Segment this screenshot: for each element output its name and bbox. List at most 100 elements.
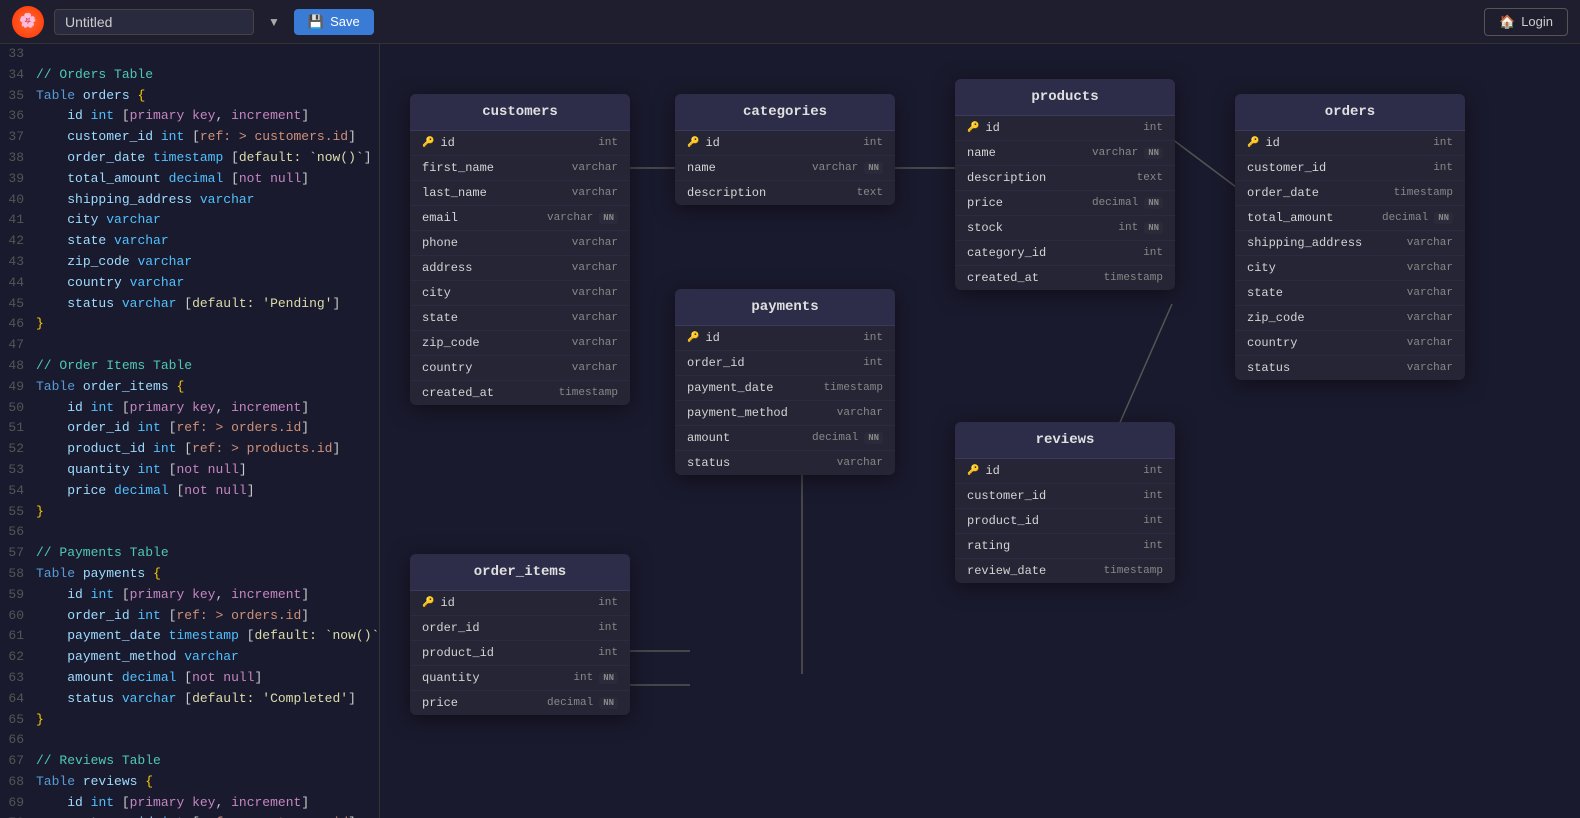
field-payments-id: 🔑 id int [675, 326, 895, 351]
save-icon: 💾 [308, 14, 324, 30]
code-line: 48// Order Items Table [0, 356, 379, 377]
code-line: 57// Payments Table [0, 543, 379, 564]
field-orderitems-quantity: quantityintNN [410, 666, 630, 691]
code-line: 39 total_amount decimal [not null] [0, 169, 379, 190]
field-payments-amount: amountdecimalNN [675, 426, 895, 451]
key-icon: 🔑 [967, 465, 979, 477]
code-line: 61 payment_date timestamp [default: `now… [0, 626, 379, 647]
code-line: 38 order_date timestamp [default: `now()… [0, 148, 379, 169]
table-header-payments: payments [675, 289, 895, 326]
project-title-input[interactable] [54, 9, 254, 35]
code-line: 37 customer_id int [ref: > customers.id] [0, 127, 379, 148]
app-logo: 🌸 [12, 6, 44, 38]
field-customers-id: 🔑 id int [410, 131, 630, 156]
code-line: 43 zip_code varchar [0, 252, 379, 273]
field-reviews-product_id: product_idint [955, 509, 1175, 534]
topbar: 🌸 ▼ 💾 Save 🏠 Login [0, 0, 1580, 44]
home-icon: 🏠 [1499, 14, 1515, 30]
field-payments-payment_date: payment_datetimestamp [675, 376, 895, 401]
code-line: 70 customer_id int [ref: > customers.id] [0, 813, 379, 818]
field-payments-status: statusvarchar [675, 451, 895, 475]
field-products-category_id: category_idint [955, 241, 1175, 266]
field-categories-description: descriptiontext [675, 181, 895, 205]
code-line: 42 state varchar [0, 231, 379, 252]
diagram-panel[interactable]: customers 🔑 id int first_namevarchar las… [380, 44, 1580, 818]
code-line: 44 country varchar [0, 273, 379, 294]
code-line: 47 [0, 335, 379, 356]
code-line: 67// Reviews Table [0, 751, 379, 772]
save-button[interactable]: 💾 Save [294, 9, 374, 35]
code-line: 66 [0, 730, 379, 751]
field-orderitems-product_id: product_idint [410, 641, 630, 666]
code-line: 49Table order_items { [0, 377, 379, 398]
code-line: 69 id int [primary key, increment] [0, 793, 379, 814]
field-orderitems-id: 🔑 id int [410, 591, 630, 616]
field-orderitems-price: pricedecimalNN [410, 691, 630, 715]
code-line: 41 city varchar [0, 210, 379, 231]
login-button[interactable]: 🏠 Login [1484, 8, 1568, 36]
code-line: 34// Orders Table [0, 65, 379, 86]
code-line: 62 payment_method varchar [0, 647, 379, 668]
field-reviews-rating: ratingint [955, 534, 1175, 559]
code-line: 40 shipping_address varchar [0, 190, 379, 211]
code-line: 33 [0, 44, 379, 65]
field-orders-customer_id: customer_idint [1235, 156, 1465, 181]
code-panel[interactable]: 33 34// Orders Table 35Table orders { 36… [0, 44, 380, 818]
title-dropdown-button[interactable]: ▼ [264, 13, 284, 31]
code-line: 35Table orders { [0, 86, 379, 107]
field-customers-city: cityvarchar [410, 281, 630, 306]
table-order-items[interactable]: order_items 🔑 id int order_idint product… [410, 554, 630, 715]
key-icon: 🔑 [422, 597, 434, 609]
table-reviews[interactable]: reviews 🔑 id int customer_idint product_… [955, 422, 1175, 583]
field-reviews-id: 🔑 id int [955, 459, 1175, 484]
table-header-categories: categories [675, 94, 895, 131]
field-products-name: namevarcharNN [955, 141, 1175, 166]
key-icon: 🔑 [687, 137, 699, 149]
field-customers-phone: phonevarchar [410, 231, 630, 256]
code-line: 54 price decimal [not null] [0, 481, 379, 502]
code-line: 64 status varchar [default: 'Completed'] [0, 689, 379, 710]
field-orderitems-order_id: order_idint [410, 616, 630, 641]
key-icon: 🔑 [422, 137, 434, 149]
field-products-description: descriptiontext [955, 166, 1175, 191]
field-orders-shipping_address: shipping_addressvarchar [1235, 231, 1465, 256]
field-products-created_at: created_attimestamp [955, 266, 1175, 290]
key-icon: 🔑 [967, 122, 979, 134]
code-line: 55} [0, 502, 379, 523]
field-categories-id: 🔑 id int [675, 131, 895, 156]
field-reviews-customer_id: customer_idint [955, 484, 1175, 509]
code-line: 45 status varchar [default: 'Pending'] [0, 294, 379, 315]
table-header-reviews: reviews [955, 422, 1175, 459]
field-orders-city: cityvarchar [1235, 256, 1465, 281]
field-orders-total_amount: total_amountdecimalNN [1235, 206, 1465, 231]
code-line: 51 order_id int [ref: > orders.id] [0, 418, 379, 439]
key-icon: 🔑 [1247, 137, 1259, 149]
code-line: 63 amount decimal [not null] [0, 668, 379, 689]
table-header-orders: orders [1235, 94, 1465, 131]
field-products-stock: stockintNN [955, 216, 1175, 241]
field-payments-payment_method: payment_methodvarchar [675, 401, 895, 426]
table-orders[interactable]: orders 🔑 id int customer_idint order_dat… [1235, 94, 1465, 380]
field-payments-order_id: order_idint [675, 351, 895, 376]
code-line: 36 id int [primary key, increment] [0, 106, 379, 127]
table-payments[interactable]: payments 🔑 id int order_idint payment_da… [675, 289, 895, 475]
key-icon: 🔑 [687, 332, 699, 344]
field-products-id: 🔑 id int [955, 116, 1175, 141]
table-header-products: products [955, 79, 1175, 116]
field-categories-name: namevarcharNN [675, 156, 895, 181]
field-customers-created_at: created_attimestamp [410, 381, 630, 405]
field-customers-last_name: last_namevarchar [410, 181, 630, 206]
field-customers-first_name: first_namevarchar [410, 156, 630, 181]
code-line: 46} [0, 314, 379, 335]
field-reviews-review_date: review_datetimestamp [955, 559, 1175, 583]
code-line: 68Table reviews { [0, 772, 379, 793]
table-categories[interactable]: categories 🔑 id int namevarcharNN descri… [675, 94, 895, 205]
code-line: 58Table payments { [0, 564, 379, 585]
code-line: 65} [0, 710, 379, 731]
table-customers[interactable]: customers 🔑 id int first_namevarchar las… [410, 94, 630, 405]
field-orders-order_date: order_datetimestamp [1235, 181, 1465, 206]
code-line: 53 quantity int [not null] [0, 460, 379, 481]
table-products[interactable]: products 🔑 id int namevarcharNN descript… [955, 79, 1175, 290]
field-orders-id: 🔑 id int [1235, 131, 1465, 156]
field-orders-state: statevarchar [1235, 281, 1465, 306]
